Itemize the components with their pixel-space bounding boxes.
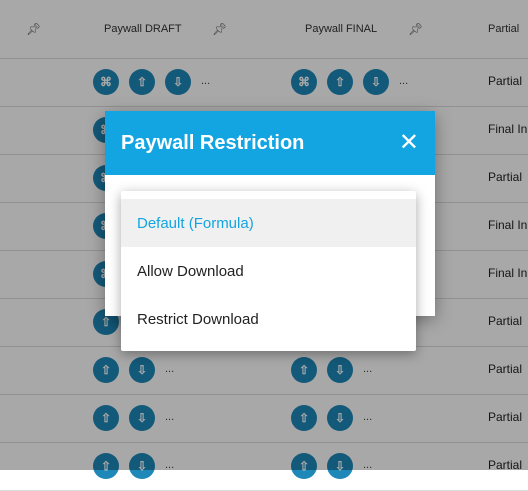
menu-option-default-formula[interactable]: Default (Formula) — [121, 199, 416, 247]
dialog-title: Paywall Restriction — [121, 131, 305, 154]
dialog-header: Paywall Restriction ✕ — [105, 111, 435, 175]
restriction-dropdown-menu: Default (Formula) Allow Download Restric… — [121, 191, 416, 351]
menu-option-restrict-download[interactable]: Restrict Download — [121, 295, 416, 343]
menu-option-allow-download[interactable]: Allow Download — [121, 247, 416, 295]
close-icon[interactable]: ✕ — [399, 131, 419, 155]
